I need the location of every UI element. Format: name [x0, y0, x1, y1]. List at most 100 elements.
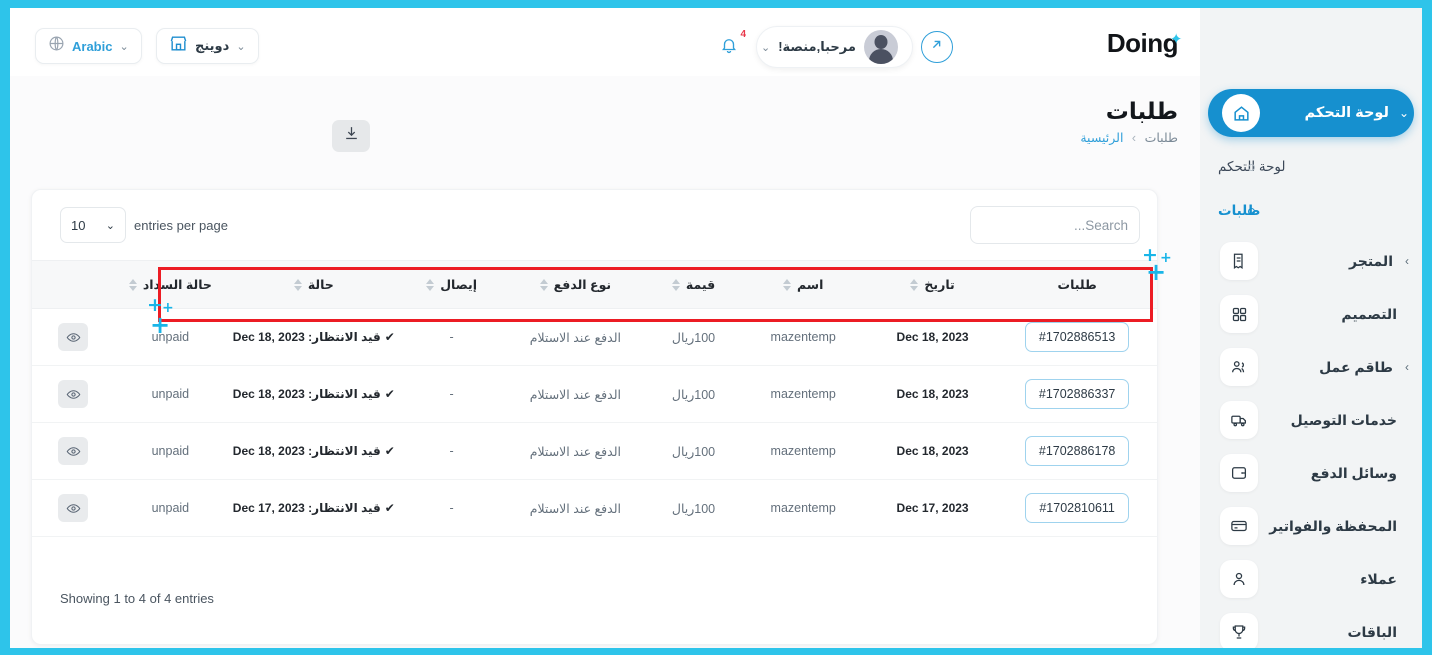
- language-selector[interactable]: ⌄ Arabic: [35, 28, 142, 64]
- sort-icon[interactable]: [426, 278, 435, 291]
- cell-actions: [32, 480, 114, 537]
- cell-value: 100ريال: [671, 387, 716, 402]
- cell-value: 100ريال: [671, 330, 716, 345]
- cell-payment-status: unpaid: [151, 387, 190, 401]
- chevron-left-icon: ›: [1405, 254, 1409, 268]
- view-order-button[interactable]: [58, 494, 89, 522]
- chevron-down-icon: ⌄: [105, 219, 115, 232]
- cell-receipt: -: [449, 387, 454, 401]
- brand-logo: Doing ✦: [1106, 28, 1183, 59]
- table-row[interactable]: #1702886337 Dec 18, 2023 mazentemp 100ريال ا…: [32, 366, 1157, 423]
- cell-payment-type: الدفع عند الاستلام: [529, 501, 621, 516]
- sidebar-item-delivery[interactable]: خدمات التوصيل: [1208, 397, 1414, 443]
- order-id-chip[interactable]: #1702810611: [1025, 493, 1129, 523]
- cell-payment-status: unpaid: [151, 330, 190, 344]
- sidebar-subitem-label: لوحة التحكم: [1218, 159, 1286, 174]
- column-label: إيصال: [440, 278, 478, 292]
- search-placeholder: Search...: [1073, 217, 1128, 233]
- sort-icon[interactable]: [910, 278, 919, 291]
- user-menu[interactable]: مرحبا,منصة! ⌄: [756, 26, 913, 68]
- brand-logo-text: Doing: [1106, 28, 1179, 58]
- entries-per-page: 10 ⌄ entries per page: [60, 207, 228, 243]
- sidebar-item-design[interactable]: التصميم: [1208, 291, 1414, 337]
- store-selector[interactable]: ⌄ دوينج: [156, 28, 259, 64]
- order-id-chip[interactable]: #1702886513: [1024, 322, 1130, 352]
- chevron-down-icon: ⌄: [119, 40, 129, 53]
- table-row[interactable]: #1702886513 Dec 18, 2023 mazentemp 100ريال ا…: [32, 309, 1157, 366]
- order-id-chip[interactable]: #1702886178: [1024, 436, 1130, 466]
- orders-table: طلبات تاريخ اسم قيمة نوع الدفع إيصال حال…: [32, 260, 1157, 537]
- column-header-name[interactable]: اسم: [738, 260, 868, 309]
- sidebar-item-label: الباقات: [1347, 623, 1397, 640]
- cell-actions: [32, 423, 114, 480]
- sort-icon[interactable]: [128, 278, 137, 291]
- sort-icon[interactable]: [783, 278, 791, 291]
- notifications-button[interactable]: 4: [710, 28, 748, 66]
- sidebar-item-label: المتجر: [1349, 252, 1393, 269]
- sidebar-subitem-dashboard[interactable]: لوحة التحكم: [1200, 150, 1422, 184]
- chevron-left-icon: ›: [1405, 360, 1409, 374]
- column-header-value[interactable]: قيمة: [648, 260, 739, 309]
- order-id-chip[interactable]: #1702886337: [1024, 379, 1130, 409]
- table-footer-info: Showing 1 to 4 of 4 entries: [60, 591, 214, 606]
- view-order-button[interactable]: [58, 380, 89, 408]
- column-label: اسم: [797, 278, 824, 292]
- cell-payment-type: الدفع عند الاستلام: [529, 387, 621, 402]
- sidebar-item-dashboard[interactable]: ⌄ لوحة التحكم: [1208, 89, 1414, 137]
- sidebar-item-packages[interactable]: الباقات: [1208, 609, 1414, 648]
- sidebar-item-staff[interactable]: › طاقم عمل: [1208, 344, 1414, 390]
- sort-icon[interactable]: [671, 278, 680, 291]
- entries-per-page-select[interactable]: 10 ⌄: [60, 207, 126, 243]
- cell-payment-type: الدفع عند الاستلام: [529, 330, 621, 345]
- sidebar-item-store[interactable]: › المتجر: [1208, 238, 1414, 284]
- visit-store-button[interactable]: [920, 31, 953, 63]
- sidebar-item-customers[interactable]: عملاء: [1208, 556, 1414, 602]
- chevron-down-icon: ⌄: [761, 41, 771, 54]
- home-icon: [1222, 94, 1260, 132]
- table-row[interactable]: #1702886178 Dec 18, 2023 mazentemp 100ريال ا…: [32, 423, 1157, 480]
- page-title: طلبات: [1105, 98, 1178, 124]
- column-header-actions: [32, 260, 115, 309]
- sidebar-subitem-orders[interactable]: طلبات: [1200, 194, 1422, 228]
- cell-order: #1702810611: [997, 480, 1157, 537]
- table-header-row: طلبات تاريخ اسم قيمة نوع الدفع إيصال حال…: [32, 260, 1157, 309]
- credit-card-icon: [1220, 507, 1258, 545]
- table-body: #1702886513 Dec 18, 2023 mazentemp 100ريال ا…: [32, 309, 1157, 537]
- breadcrumb-home[interactable]: الرئيسية: [1080, 131, 1123, 145]
- cell-value: 100ريال: [671, 444, 716, 459]
- sort-icon[interactable]: [539, 278, 548, 291]
- column-header-receipt[interactable]: إيصال: [401, 260, 503, 309]
- column-header-status[interactable]: حالة: [226, 260, 401, 309]
- trophy-icon: [1220, 613, 1258, 648]
- column-header-payment-type[interactable]: نوع الدفع: [502, 260, 649, 309]
- table-row[interactable]: #1702810611 Dec 17, 2023 mazentemp 100ريال ا…: [32, 480, 1157, 537]
- sidebar: ⌄ لوحة التحكم لوحة التحكم طلبات › المتجر: [1200, 8, 1422, 648]
- cell-date: Dec 17, 2023: [896, 501, 969, 515]
- annotation-marker-plus: +: [150, 311, 171, 339]
- sidebar-item-wallet-invoices[interactable]: المحفظة والفواتير: [1208, 503, 1414, 549]
- column-label: قيمة: [685, 278, 716, 292]
- page-header: طلبات طلبات › الرئيسية: [1080, 98, 1178, 145]
- breadcrumb: طلبات › الرئيسية: [1080, 130, 1178, 145]
- column-header-date[interactable]: تاريخ: [867, 260, 998, 309]
- store-icon: [169, 34, 188, 58]
- wallet-icon: [1220, 454, 1258, 492]
- search-input[interactable]: Search...: [970, 206, 1140, 244]
- column-header-orders[interactable]: طلبات: [997, 260, 1157, 309]
- breadcrumb-current: طلبات: [1144, 131, 1178, 145]
- sidebar-item-label: لوحة التحكم: [1304, 105, 1389, 121]
- entries-per-page-label: entries per page: [134, 217, 228, 233]
- store-receipt-icon: [1220, 242, 1258, 280]
- cell-payment-type: الدفع عند الاستلام: [529, 444, 621, 459]
- download-icon: [343, 125, 360, 147]
- bell-icon: [720, 36, 738, 59]
- store-label: دوينج: [195, 38, 230, 53]
- cell-actions: [32, 309, 114, 366]
- sort-icon[interactable]: [293, 278, 302, 291]
- users-icon: [1220, 348, 1258, 386]
- sidebar-item-payment-methods[interactable]: وسائل الدفع: [1208, 450, 1414, 496]
- view-order-button[interactable]: [58, 323, 89, 351]
- view-order-button[interactable]: [58, 437, 89, 465]
- export-button[interactable]: [332, 120, 370, 152]
- eye-icon: [66, 332, 80, 342]
